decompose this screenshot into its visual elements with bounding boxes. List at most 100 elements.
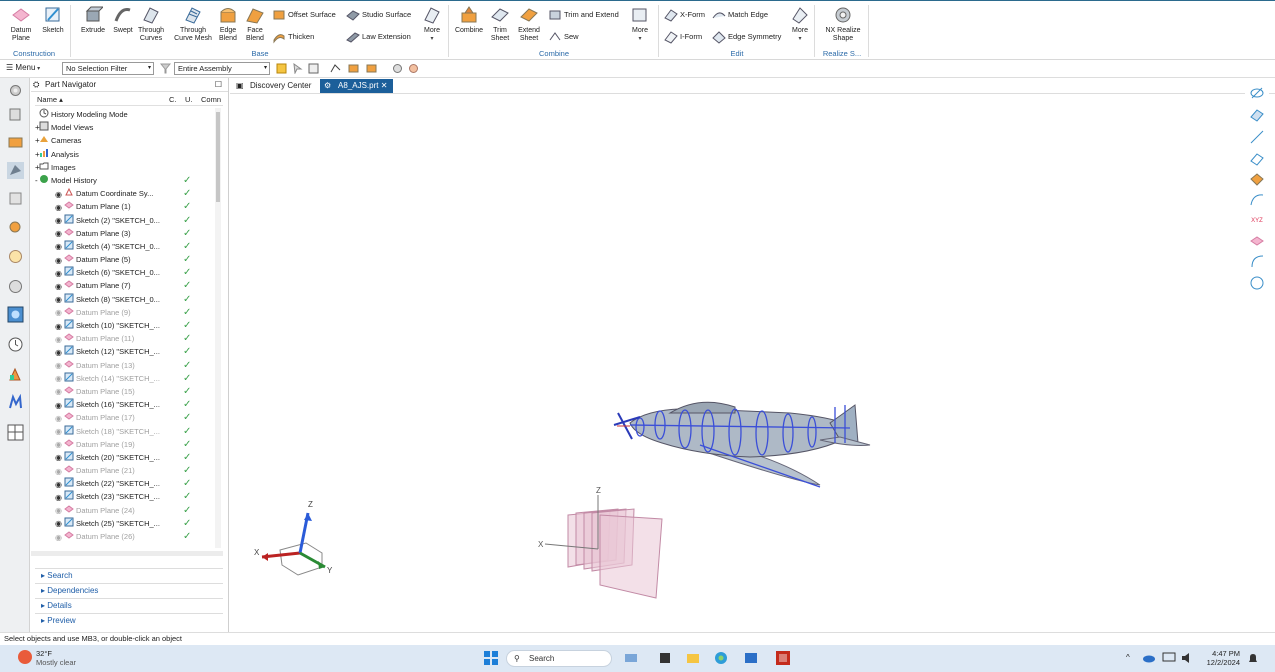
visibility-eye-icon[interactable]: ◉ [55, 372, 62, 385]
maximize-icon[interactable]: ☐ [215, 78, 222, 92]
tree-item-datum-plane[interactable]: ◉ Datum Plane (15) ✓ [31, 385, 221, 398]
x-form-button[interactable]: X-Form [664, 7, 705, 23]
column-header-name[interactable]: Name ▴ [37, 94, 63, 106]
airplane-model[interactable] [613, 401, 871, 488]
visibility-eye-icon[interactable]: ◉ [55, 346, 62, 359]
curve-icon[interactable] [1249, 191, 1265, 207]
edge-browser-icon[interactable] [714, 651, 728, 665]
grid-view-icon[interactable] [7, 424, 24, 441]
tree-item-sketch[interactable]: ◉ Sketch (10) "SKETCH_... ✓ [31, 319, 221, 332]
file-explorer-icon[interactable] [686, 651, 700, 665]
snap-point-icon[interactable] [308, 63, 319, 74]
visibility-eye-icon[interactable]: ◉ [55, 280, 62, 293]
edit-more-button[interactable]: More ▾ [786, 3, 814, 47]
visibility-eye-icon[interactable]: ◉ [55, 359, 62, 372]
menu-button[interactable]: ☰ Menu ▾ [6, 63, 40, 72]
solid-body-icon[interactable] [1249, 171, 1265, 187]
visibility-eye-icon[interactable]: ◉ [55, 201, 62, 214]
studio-surface-button[interactable]: Studio Surface [346, 7, 411, 23]
display-icon[interactable] [1162, 651, 1176, 665]
visibility-eye-icon[interactable]: ◉ [55, 412, 62, 425]
nx-realize-shape-button[interactable]: NX Realize Shape [822, 3, 864, 47]
system-scenes-icon[interactable] [7, 394, 24, 411]
visibility-eye-icon[interactable]: ◉ [55, 478, 62, 491]
tree-item-sketch[interactable]: ◉ Sketch (23) "SKETCH_... ✓ [31, 490, 221, 503]
nx-app-icon[interactable] [776, 651, 790, 665]
visibility-eye-icon[interactable]: ◉ [55, 531, 62, 544]
visibility-eye-icon[interactable]: ◉ [55, 188, 62, 201]
expand-toggle-icon[interactable]: - [35, 174, 38, 187]
sew-button[interactable]: Sew [548, 29, 579, 45]
combine-more-button[interactable]: More ▾ [626, 3, 654, 47]
visibility-eye-icon[interactable]: ◉ [55, 438, 62, 451]
clock-icon[interactable] [7, 336, 24, 353]
web-browser-icon[interactable] [7, 248, 24, 265]
roles-icon[interactable] [7, 366, 24, 383]
select-feature-icon[interactable] [276, 63, 287, 74]
tree-item-sketch[interactable]: ◉ Sketch (20) "SKETCH_... ✓ [31, 451, 221, 464]
face-surface-icon[interactable] [1249, 151, 1265, 167]
tree-item-datum-plane[interactable]: ◉ Datum Plane (19) ✓ [31, 438, 221, 451]
tree-item-datum-plane[interactable]: ◉ Datum Plane (17) ✓ [31, 411, 221, 424]
extrude-button[interactable]: Extrude [76, 3, 110, 47]
datum-plane-filter-icon[interactable] [1249, 233, 1265, 249]
visibility-eye-icon[interactable]: ◉ [55, 254, 62, 267]
view-triad[interactable]: X Z Y [254, 500, 333, 576]
hide-icon[interactable] [1249, 85, 1265, 101]
xyz-icon[interactable]: XYZ [1249, 213, 1265, 229]
law-extension-button[interactable]: Law Extension [346, 29, 411, 45]
assembly-navigator-icon[interactable] [7, 106, 24, 123]
model-canvas[interactable]: X Z X Z Y [230, 95, 1245, 631]
history-icon[interactable] [7, 278, 24, 295]
edge-symmetry-button[interactable]: Edge Symmetry [712, 29, 781, 45]
i-form-button[interactable]: I-Form [664, 29, 702, 45]
navigator-horizontal-scrollbar[interactable] [31, 551, 223, 556]
tree-item-folder[interactable]: + Images [31, 161, 221, 174]
tree-item-datum-plane[interactable]: ◉ Datum Plane (24) ✓ [31, 504, 221, 517]
scrollbar-thumb[interactable] [216, 112, 220, 202]
notification-bell-icon[interactable] [1246, 651, 1260, 665]
close-tab-icon[interactable]: ✕ [381, 81, 388, 90]
settings-icon[interactable] [7, 82, 24, 99]
details-panel[interactable]: ▸ Details [35, 598, 223, 612]
tree-item-sketch[interactable]: ◉ Sketch (14) "SKETCH_... ✓ [31, 372, 221, 385]
tree-item-sketch[interactable]: ◉ Sketch (18) "SKETCH_... ✓ [31, 425, 221, 438]
visibility-eye-icon[interactable]: ◉ [55, 491, 62, 504]
part-navigator-icon[interactable] [7, 162, 24, 179]
visibility-eye-icon[interactable]: ◉ [55, 399, 62, 412]
hd3d-tools-icon[interactable] [7, 218, 24, 235]
constraint-navigator-icon[interactable] [7, 134, 24, 151]
tree-item-csys[interactable]: ◉ Datum Coordinate Sy... ✓ [31, 187, 221, 200]
line-icon[interactable] [1249, 129, 1265, 145]
visibility-eye-icon[interactable]: ◉ [55, 214, 62, 227]
visibility-eye-icon[interactable]: ◉ [55, 306, 62, 319]
tree-item-sketch[interactable]: ◉ Sketch (16) "SKETCH_... ✓ [31, 398, 221, 411]
clock[interactable]: 4:47 PM 12/2/2024 [1204, 649, 1240, 667]
tab-part-file[interactable]: ⚙ A8_AJS.prt ✕ [320, 79, 394, 93]
datum-plane-stack[interactable]: X Z [538, 486, 663, 599]
visibility-eye-icon[interactable]: ◉ [55, 320, 62, 333]
visibility-eye-icon[interactable]: ◉ [55, 517, 62, 530]
visibility-eye-icon[interactable]: ◉ [55, 465, 62, 478]
task-view-icon[interactable] [658, 651, 672, 665]
thicken-button[interactable]: Thicken [272, 29, 314, 45]
store-icon[interactable] [744, 651, 758, 665]
tree-item-sketch[interactable]: ◉ Sketch (25) "SKETCH_... ✓ [31, 517, 221, 530]
dependencies-panel[interactable]: ▸ Dependencies [35, 583, 223, 597]
weather-icon[interactable] [18, 650, 32, 664]
weather-widget[interactable]: 32°F Mostly clear [36, 649, 76, 667]
visibility-eye-icon[interactable]: ◉ [55, 385, 62, 398]
curve-rule-icon[interactable] [330, 63, 341, 74]
visibility-eye-icon[interactable]: ◉ [55, 333, 62, 346]
through-curve-mesh-button[interactable]: Through Curve Mesh [174, 3, 212, 47]
face-rule-icon[interactable] [348, 63, 359, 74]
windows-start-icon[interactable] [484, 651, 498, 665]
circle-icon[interactable] [1249, 275, 1265, 291]
tree-item-views[interactable]: + Model Views [31, 121, 221, 134]
arc-icon[interactable] [1249, 253, 1265, 269]
process-studio-icon[interactable] [7, 306, 24, 323]
datum-plane-button[interactable]: Datum Plane [4, 3, 38, 47]
face-blend-button[interactable]: Face Blend [240, 3, 270, 47]
search-panel[interactable]: ▸ Search [35, 568, 223, 582]
body-rule-icon[interactable] [366, 63, 377, 74]
